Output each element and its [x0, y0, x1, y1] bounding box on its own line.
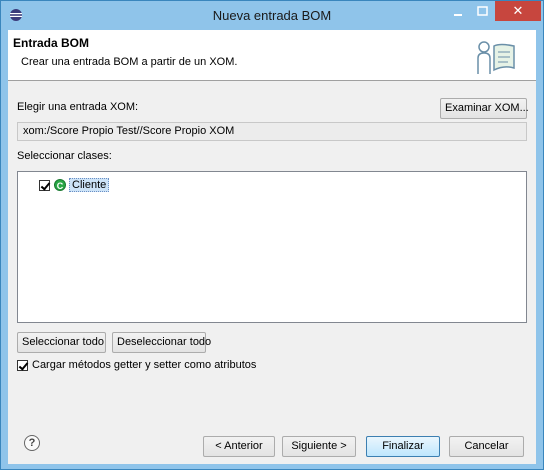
page-description: Crear una entrada BOM a partir de un XOM…: [21, 56, 238, 68]
dialog-window: Nueva entrada BOM ✕ Entrada BOM Crear un…: [0, 0, 544, 470]
maximize-icon: [477, 6, 488, 16]
minimize-button[interactable]: [446, 4, 470, 20]
dialog-content: Entrada BOM Crear una entrada BOM a part…: [8, 30, 536, 464]
xom-entry-field[interactable]: xom:/Score Propio Test//Score Propio XOM: [17, 122, 527, 141]
close-button[interactable]: ✕: [495, 1, 541, 21]
getter-setter-option[interactable]: Cargar métodos getter y setter como atri…: [17, 359, 256, 371]
title-bar[interactable]: Nueva entrada BOM ✕: [1, 1, 543, 30]
deselect-all-button[interactable]: Deseleccionar todo: [112, 332, 211, 353]
maximize-button[interactable]: [470, 4, 495, 20]
minimize-icon: [454, 14, 462, 16]
back-button[interactable]: < Anterior: [203, 436, 275, 457]
browse-xom-button[interactable]: Examinar XOM...: [440, 98, 529, 119]
help-icon[interactable]: ?: [24, 435, 40, 451]
page-title: Entrada BOM: [13, 36, 90, 50]
class-icon: C: [54, 179, 66, 191]
next-button[interactable]: Siguiente >: [282, 436, 356, 457]
select-all-button[interactable]: Seleccionar todo: [17, 332, 106, 353]
close-icon: ✕: [512, 3, 524, 18]
class-tree[interactable]: C Cliente: [17, 171, 527, 323]
getter-setter-checkbox[interactable]: [17, 359, 28, 371]
tree-item-cliente[interactable]: C Cliente: [39, 178, 110, 192]
wizard-banner-icon: [477, 41, 515, 74]
finish-button[interactable]: Finalizar: [366, 436, 440, 457]
wizard-header: Entrada BOM Crear una entrada BOM a part…: [8, 30, 536, 81]
xom-entry-label: Elegir una entrada XOM:: [17, 101, 139, 113]
select-classes-label: Seleccionar clases:: [17, 150, 112, 162]
cliente-checkbox[interactable]: [39, 179, 50, 191]
tree-item-label: Cliente: [69, 178, 110, 192]
getter-setter-label: Cargar métodos getter y setter como atri…: [32, 359, 257, 371]
cancel-button[interactable]: Cancelar: [449, 436, 524, 457]
